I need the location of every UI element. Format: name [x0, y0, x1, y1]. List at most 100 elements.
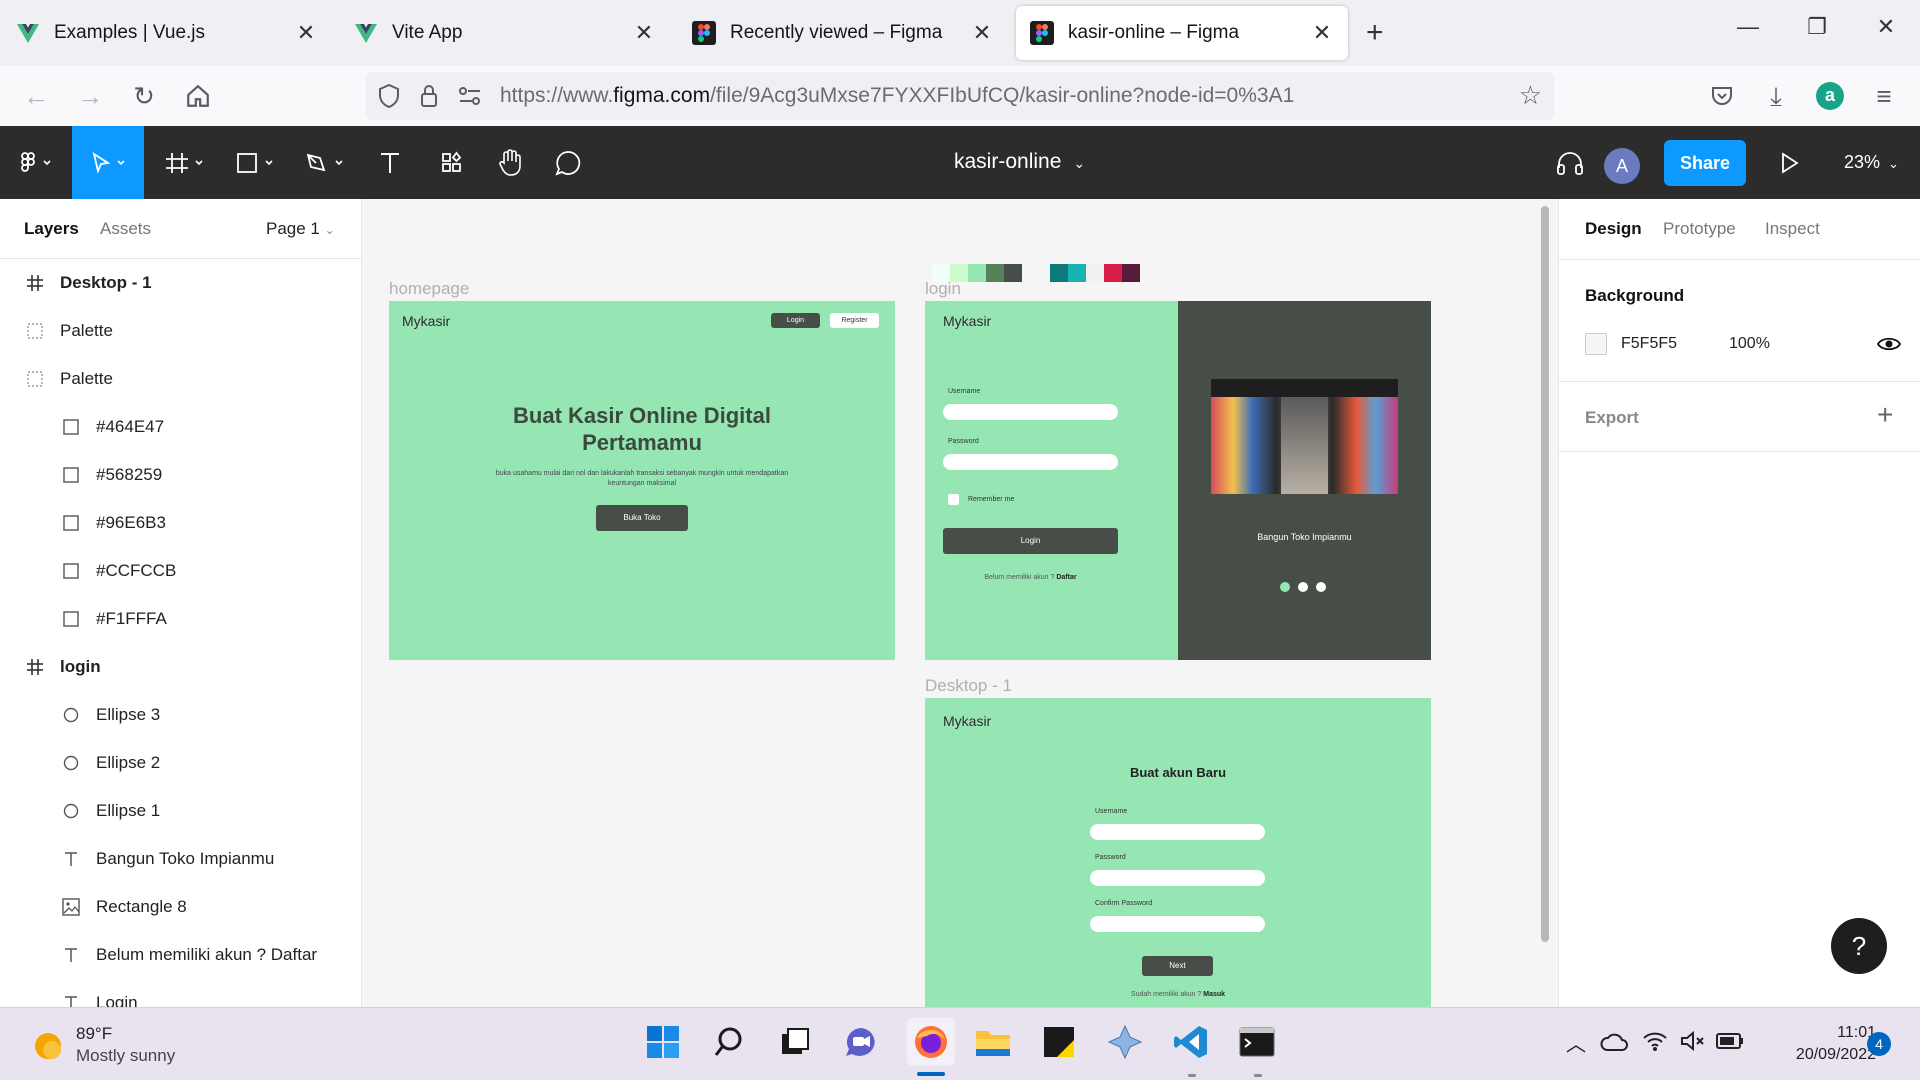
comment-tool[interactable] [546, 126, 590, 199]
background-hex-value[interactable]: F5F5F5 [1621, 335, 1677, 353]
text-tool[interactable] [368, 126, 412, 199]
palette-2-swatch[interactable] [1050, 264, 1068, 282]
background-opacity-value[interactable]: 100% [1729, 335, 1770, 353]
page-selector[interactable]: Page 1 ⌄ [266, 219, 335, 239]
login-link[interactable]: Masuk [1203, 991, 1225, 998]
window-close-icon[interactable]: ✕ [1866, 14, 1906, 40]
palette-1-swatch[interactable] [1004, 264, 1022, 282]
shield-icon[interactable] [378, 84, 400, 108]
present-button[interactable] [1772, 126, 1808, 199]
carousel-dot-1[interactable] [1280, 582, 1290, 592]
layer-row[interactable]: #F1FFFA [0, 595, 361, 643]
frame-label-desktop-1[interactable]: Desktop - 1 [925, 676, 1012, 696]
login-frame[interactable]: Mykasir Username Password Remember me Lo… [925, 301, 1431, 660]
browser-tab-vue-examples[interactable]: Examples | Vue.js ✕ [2, 6, 332, 60]
url-text[interactable]: https://www.figma.com/file/9Acg3uMxse7FY… [500, 84, 1294, 108]
download-icon[interactable]: ⤓ [1760, 80, 1792, 112]
tab-close-icon[interactable]: ✕ [294, 20, 318, 46]
profile-avatar[interactable]: a [1816, 82, 1844, 110]
pocket-icon[interactable] [1706, 80, 1738, 112]
teams-chat-icon[interactable] [841, 1022, 881, 1062]
share-button[interactable]: Share [1664, 140, 1746, 186]
hamburger-menu-icon[interactable]: ≡ [1868, 80, 1900, 112]
browser-tab-vite-app[interactable]: Vite App ✕ [340, 6, 670, 60]
minimize-icon[interactable]: — [1728, 14, 1768, 40]
hand-tool[interactable] [488, 126, 532, 199]
tab-close-icon[interactable]: ✕ [632, 20, 656, 46]
tab-close-icon[interactable]: ✕ [970, 20, 994, 46]
palette-2-swatch[interactable] [1068, 264, 1086, 282]
palette-2-swatch[interactable] [1122, 264, 1140, 282]
homepage-login-button[interactable]: Login [771, 313, 820, 328]
game-controller-icon[interactable] [1105, 1022, 1145, 1062]
notification-badge[interactable]: 4 [1867, 1032, 1891, 1056]
layer-row[interactable]: #568259 [0, 451, 361, 499]
help-button[interactable]: ? [1831, 918, 1887, 974]
speaker-muted-icon[interactable] [1680, 1030, 1706, 1052]
register-password-input[interactable] [1090, 870, 1265, 886]
onedrive-cloud-icon[interactable] [1600, 1032, 1628, 1052]
login-button[interactable]: Login [943, 528, 1118, 554]
layer-row[interactable]: Login [0, 979, 361, 1007]
shape-tool[interactable] [228, 126, 284, 199]
tab-design[interactable]: Design [1585, 219, 1642, 239]
main-menu-button[interactable] [4, 126, 68, 199]
username-input[interactable] [943, 404, 1118, 420]
password-input[interactable] [943, 454, 1118, 470]
move-tool[interactable] [72, 126, 144, 199]
tab-inspect[interactable]: Inspect [1765, 219, 1820, 239]
tab-close-icon[interactable]: ✕ [1310, 20, 1334, 46]
audio-button[interactable] [1552, 126, 1588, 199]
remember-checkbox[interactable] [948, 494, 959, 505]
layer-row[interactable]: login [0, 643, 361, 691]
firefox-icon[interactable] [907, 1018, 955, 1066]
sticky-notes-icon[interactable] [1039, 1022, 1079, 1062]
lock-icon[interactable] [420, 84, 438, 108]
register-confirm-input[interactable] [1090, 916, 1265, 932]
windows-start-icon[interactable] [643, 1022, 683, 1062]
canvas-scrollbar[interactable] [1541, 206, 1549, 942]
layer-row[interactable]: Ellipse 1 [0, 787, 361, 835]
palette-2-swatch[interactable] [1104, 264, 1122, 282]
layer-row[interactable]: #96E6B3 [0, 499, 361, 547]
browser-tab-kasir-online[interactable]: kasir-online – Figma ✕ [1016, 6, 1348, 60]
layer-row[interactable]: Desktop - 1 [0, 259, 361, 307]
forward-arrow-icon[interactable]: → [74, 80, 106, 112]
frame-label-login[interactable]: login [925, 279, 961, 299]
home-icon[interactable] [182, 80, 214, 112]
chevron-up-icon[interactable]: ︿ [1566, 1028, 1586, 1057]
add-export-plus-icon[interactable]: + [1877, 399, 1893, 431]
palette-2-swatch[interactable] [1086, 264, 1104, 282]
search-icon[interactable] [709, 1022, 749, 1062]
eye-icon[interactable] [1877, 335, 1901, 353]
restore-icon[interactable]: ❐ [1797, 14, 1837, 40]
frame-label-homepage[interactable]: homepage [389, 279, 469, 299]
permissions-icon[interactable] [458, 86, 482, 106]
new-tab-button[interactable]: + [1366, 16, 1384, 50]
back-arrow-icon[interactable]: ← [20, 80, 52, 112]
tab-assets[interactable]: Assets [100, 219, 151, 239]
homepage-register-button[interactable]: Register [830, 313, 879, 328]
clock-date[interactable]: 20/09/2022 [1760, 1046, 1876, 1064]
tab-layers[interactable]: Layers [24, 219, 79, 239]
signup-link[interactable]: Daftar [1056, 574, 1076, 581]
register-frame[interactable]: Mykasir Buat akun Baru Username Password… [925, 698, 1431, 1007]
pen-tool[interactable] [298, 126, 354, 199]
layer-row[interactable]: Palette [0, 307, 361, 355]
bookmark-star-icon[interactable]: ☆ [1519, 80, 1542, 111]
frame-tool[interactable] [158, 126, 214, 199]
layer-row[interactable]: Ellipse 3 [0, 691, 361, 739]
background-color-swatch[interactable] [1585, 333, 1607, 355]
layer-row[interactable]: Palette [0, 355, 361, 403]
layer-row[interactable]: Rectangle 8 [0, 883, 361, 931]
register-next-button[interactable]: Next [1142, 956, 1213, 976]
weather-widget[interactable]: 89°F Mostly sunny [26, 1022, 226, 1068]
wifi-icon[interactable] [1642, 1030, 1668, 1052]
register-username-input[interactable] [1090, 824, 1265, 840]
battery-icon[interactable] [1716, 1033, 1744, 1049]
url-bar[interactable]: https://www.figma.com/file/9Acg3uMxse7FY… [366, 72, 1554, 120]
user-avatar[interactable]: A [1604, 148, 1640, 184]
layer-row[interactable]: #464E47 [0, 403, 361, 451]
carousel-dot-3[interactable] [1316, 582, 1326, 592]
layer-row[interactable]: Ellipse 2 [0, 739, 361, 787]
